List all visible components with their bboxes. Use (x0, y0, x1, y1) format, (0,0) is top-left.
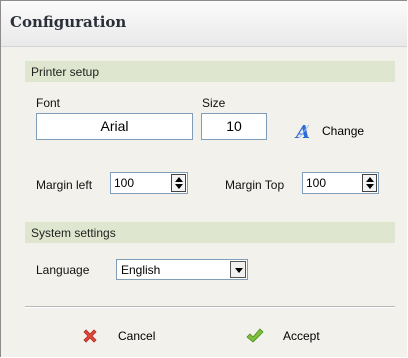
spin-up-icon (366, 177, 374, 182)
chevron-down-icon (235, 268, 243, 273)
change-label: Change (322, 124, 365, 138)
dropdown-button[interactable] (230, 261, 246, 278)
font-field[interactable]: Arial (36, 113, 193, 140)
configuration-window: Configuration Printer setup Font Arial S… (0, 0, 407, 357)
margin-left-spin-arrows[interactable] (171, 174, 186, 192)
margin-top-label: Margin Top (225, 178, 285, 192)
cancel-button[interactable]: Cancel (80, 325, 155, 347)
margin-left-label: Margin left (36, 178, 93, 192)
window-title: Configuration (10, 13, 127, 31)
size-label: Size (202, 96, 226, 110)
margin-top-spin-arrows[interactable] (362, 174, 377, 192)
spin-down-icon (366, 184, 374, 189)
spin-up-icon (175, 177, 183, 182)
accept-button[interactable]: Accept (245, 325, 320, 347)
printer-setup-header: Printer setup (25, 60, 395, 82)
font-change-icon: A (294, 122, 310, 141)
language-dropdown[interactable]: English (116, 259, 248, 280)
green-checkmark-icon (246, 328, 264, 343)
divider (25, 306, 395, 308)
margin-left-spinner[interactable]: 100 (110, 172, 188, 194)
red-x-icon (83, 329, 97, 343)
language-label: Language (36, 263, 90, 277)
title-bar: Configuration (1, 1, 407, 47)
margin-top-spinner[interactable]: 100 (302, 172, 379, 194)
change-font-button[interactable]: A Change (294, 121, 364, 141)
font-label: Font (36, 96, 61, 110)
size-field[interactable]: 10 (201, 113, 267, 140)
svg-text:A: A (294, 122, 310, 141)
language-value: English (121, 263, 161, 277)
system-settings-header: System settings (25, 221, 395, 243)
margin-top-value: 100 (306, 176, 327, 190)
margin-left-value: 100 (114, 176, 135, 190)
spin-down-icon (175, 184, 183, 189)
accept-label: Accept (283, 329, 320, 343)
cancel-label: Cancel (118, 329, 156, 343)
